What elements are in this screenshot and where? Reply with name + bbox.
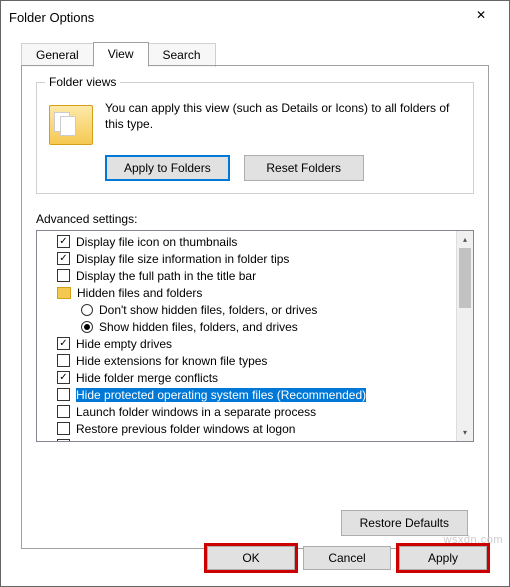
scroll-thumb[interactable] xyxy=(459,248,471,308)
tab-content-view: Folder views You can apply this view (su… xyxy=(21,65,489,549)
list-item-label: Restore previous folder windows at logon xyxy=(76,422,295,436)
checkbox[interactable] xyxy=(57,269,70,282)
list-item[interactable]: Show drive letters xyxy=(37,437,473,442)
checkbox[interactable] xyxy=(57,439,70,442)
radio[interactable] xyxy=(81,304,93,316)
list-item[interactable]: Hide protected operating system files (R… xyxy=(37,386,473,403)
checkbox[interactable] xyxy=(57,354,70,367)
list-item-label: Hide extensions for known file types xyxy=(76,354,267,368)
checkbox[interactable] xyxy=(57,405,70,418)
list-item-label: Hidden files and folders xyxy=(77,286,202,300)
checkbox[interactable] xyxy=(57,388,70,401)
tab-view[interactable]: View xyxy=(93,42,149,66)
radio[interactable] xyxy=(81,321,93,333)
list-item[interactable]: Launch folder windows in a separate proc… xyxy=(37,403,473,420)
list-item[interactable]: Display file size information in folder … xyxy=(37,250,473,267)
reset-folders-button[interactable]: Reset Folders xyxy=(244,155,364,181)
dialog-buttons: OK Cancel Apply xyxy=(207,546,487,570)
list-item[interactable]: Hide folder merge conflicts xyxy=(37,369,473,386)
checkbox[interactable] xyxy=(57,422,70,435)
apply-button[interactable]: Apply xyxy=(399,546,487,570)
advanced-settings-label: Advanced settings: xyxy=(36,212,474,226)
list-item-label: Show drive letters xyxy=(76,439,171,443)
list-item-label: Display the full path in the title bar xyxy=(76,269,256,283)
list-item-label: Display file icon on thumbnails xyxy=(76,235,237,249)
folder-icon xyxy=(57,287,71,299)
ok-button[interactable]: OK xyxy=(207,546,295,570)
list-item[interactable]: Display the full path in the title bar xyxy=(37,267,473,284)
watermark: wsxdn.com xyxy=(443,534,503,546)
list-item[interactable]: Hide extensions for known file types xyxy=(37,352,473,369)
close-icon: ✕ xyxy=(476,8,486,22)
list-item-label: Hide empty drives xyxy=(76,337,172,351)
close-button[interactable]: ✕ xyxy=(461,1,501,29)
checkbox[interactable] xyxy=(57,235,70,248)
checkbox[interactable] xyxy=(57,252,70,265)
advanced-settings-list[interactable]: Display file icon on thumbnails Display f… xyxy=(36,230,474,442)
tabs: General View Search xyxy=(1,33,509,65)
window-title: Folder Options xyxy=(9,10,461,25)
titlebar: Folder Options ✕ xyxy=(1,1,509,33)
folder-views-title: Folder views xyxy=(45,75,120,89)
list-item-label: Don't show hidden files, folders, or dri… xyxy=(99,303,317,317)
tab-general[interactable]: General xyxy=(21,43,94,67)
list-item[interactable]: Display file icon on thumbnails xyxy=(37,233,473,250)
apply-to-folders-button[interactable]: Apply to Folders xyxy=(105,155,230,181)
checkbox[interactable] xyxy=(57,337,70,350)
folder-views-icon xyxy=(49,105,93,145)
scroll-up-button[interactable]: ▴ xyxy=(457,231,473,248)
list-item[interactable]: Don't show hidden files, folders, or dri… xyxy=(37,301,473,318)
cancel-button[interactable]: Cancel xyxy=(303,546,391,570)
list-item[interactable]: Restore previous folder windows at logon xyxy=(37,420,473,437)
scroll-track[interactable] xyxy=(457,248,473,424)
list-item[interactable]: Show hidden files, folders, and drives xyxy=(37,318,473,335)
list-item-label: Display file size information in folder … xyxy=(76,252,289,266)
list-item-label: Hide protected operating system files (R… xyxy=(76,388,366,402)
scroll-down-button[interactable]: ▾ xyxy=(457,424,473,441)
list-item[interactable]: Hidden files and folders xyxy=(37,284,473,301)
checkbox[interactable] xyxy=(57,371,70,384)
list-item-label: Hide folder merge conflicts xyxy=(76,371,218,385)
folder-views-text: You can apply this view (such as Details… xyxy=(105,101,461,132)
folder-views-group: Folder views You can apply this view (su… xyxy=(36,82,474,194)
folder-options-window: Folder Options ✕ General View Search Fol… xyxy=(0,0,510,587)
list-item-label: Launch folder windows in a separate proc… xyxy=(76,405,316,419)
scrollbar[interactable]: ▴ ▾ xyxy=(456,231,473,441)
list-item-label: Show hidden files, folders, and drives xyxy=(99,320,298,334)
restore-defaults-button[interactable]: Restore Defaults xyxy=(341,510,468,536)
tab-search[interactable]: Search xyxy=(148,43,216,67)
list-item[interactable]: Hide empty drives xyxy=(37,335,473,352)
